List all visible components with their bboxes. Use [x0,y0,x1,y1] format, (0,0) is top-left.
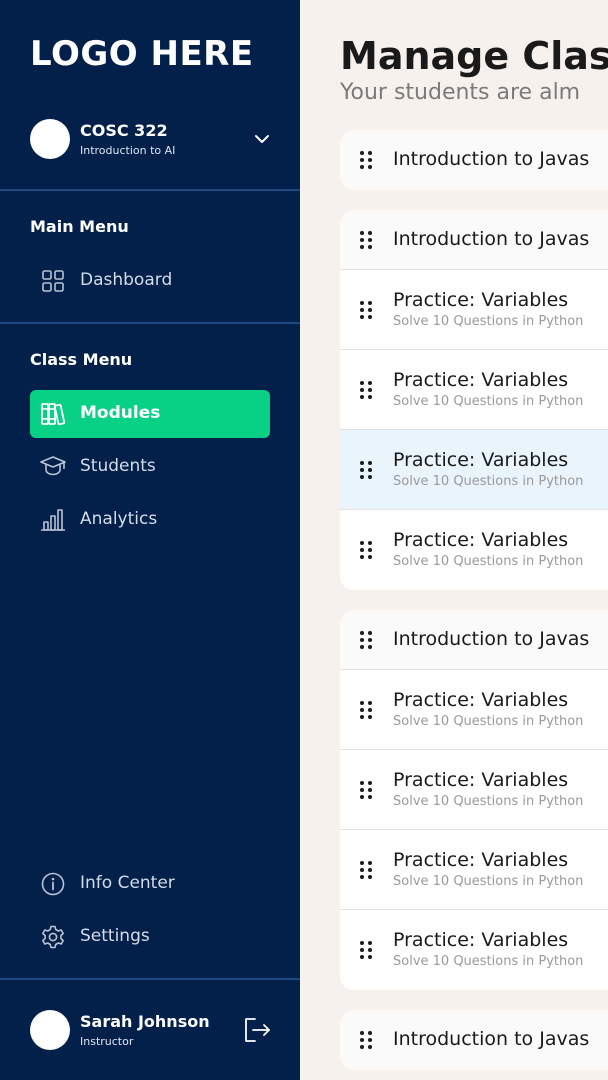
drag-handle-icon[interactable] [358,940,374,960]
lesson-item[interactable]: Practice: Variables Solve 10 Questions in… [340,430,608,510]
drag-handle-icon[interactable] [358,630,374,650]
module-title: Introduction to Javas [393,228,590,250]
user-name: Sarah Johnson [80,1012,210,1031]
drag-handle-icon[interactable] [358,380,374,400]
drag-handle-icon[interactable] [358,150,374,170]
course-avatar [30,119,70,159]
bar-chart-icon [41,509,65,531]
drag-handle-icon[interactable] [358,300,374,320]
lesson-title: Practice: Variables [393,289,569,311]
books-icon [41,403,66,426]
logout-icon[interactable] [244,1017,272,1043]
avatar [30,1010,70,1050]
chevron-down-icon[interactable] [253,132,271,146]
module-group: Introduction to Javas [340,130,608,190]
module-group: Introduction to Javas Practice: Variables… [340,210,608,590]
drag-handle-icon[interactable] [358,860,374,880]
sidebar: LOGO HERE COSC 322 Introduction to AI Ma… [0,0,300,1080]
module-group: Introduction to Javas [340,1010,608,1070]
module-title: Introduction to Javas [393,1028,590,1050]
module-title: Introduction to Javas [393,628,590,650]
sidebar-item-settings[interactable]: Settings [30,913,270,961]
course-selector[interactable]: COSC 322 Introduction to AI [30,119,280,159]
sidebar-item-label: Students [80,456,156,476]
drag-handle-icon[interactable] [358,1030,374,1050]
dashboard-icon [42,270,64,292]
module-header[interactable]: Introduction to Javas [340,610,608,670]
lesson-subtitle: Solve 10 Questions in Python [393,314,584,329]
lesson-subtitle: Solve 10 Questions in Python [393,794,584,809]
sidebar-item-label: Settings [80,926,150,946]
drag-handle-icon[interactable] [358,230,374,250]
lesson-title: Practice: Variables [393,369,569,391]
module-header[interactable]: Introduction to Javas [340,210,608,270]
lesson-item[interactable]: Practice: Variables Solve 10 Questions in… [340,750,608,830]
user-profile: Sarah Johnson Instructor [30,1010,280,1050]
sidebar-item-label: Analytics [80,509,158,529]
lesson-title: Practice: Variables [393,449,569,471]
sidebar-item-label: Info Center [80,873,175,893]
info-icon [41,872,65,896]
class-menu-heading: Class Menu [30,350,133,369]
module-title: Introduction to Javas [393,148,590,170]
lesson-title: Practice: Variables [393,929,569,951]
graduation-cap-icon [40,456,66,476]
drag-handle-icon[interactable] [358,540,374,560]
main-menu-heading: Main Menu [30,217,129,236]
sidebar-item-info-center[interactable]: Info Center [30,860,270,908]
lesson-subtitle: Solve 10 Questions in Python [393,874,584,889]
sidebar-item-students[interactable]: Students [30,443,270,491]
module-header[interactable]: Introduction to Javas [340,1010,608,1070]
lesson-item[interactable]: Practice: Variables Solve 10 Questions in… [340,350,608,430]
module-group: Introduction to Javas Practice: Variables… [340,610,608,990]
drag-handle-icon[interactable] [358,780,374,800]
lesson-title: Practice: Variables [393,849,569,871]
sidebar-item-modules[interactable]: Modules [30,390,270,438]
sidebar-item-dashboard[interactable]: Dashboard [30,257,270,305]
lesson-item[interactable]: Practice: Variables Solve 10 Questions in… [340,910,608,990]
module-header[interactable]: Introduction to Javas [340,130,608,190]
lesson-item[interactable]: Practice: Variables Solve 10 Questions in… [340,510,608,590]
lesson-item[interactable]: Practice: Variables Solve 10 Questions in… [340,830,608,910]
divider [0,978,300,980]
divider [0,189,300,191]
course-code: COSC 322 [80,121,168,140]
gear-icon [42,925,64,949]
lesson-title: Practice: Variables [393,529,569,551]
lesson-title: Practice: Variables [393,689,569,711]
lesson-item[interactable]: Practice: Variables Solve 10 Questions in… [340,270,608,350]
lesson-subtitle: Solve 10 Questions in Python [393,714,584,729]
lesson-item[interactable]: Practice: Variables Solve 10 Questions in… [340,670,608,750]
main-content: Manage Clas Your students are alm Introd… [300,0,608,1080]
lesson-subtitle: Solve 10 Questions in Python [393,554,584,569]
course-name: Introduction to AI [80,144,176,157]
drag-handle-icon[interactable] [358,460,374,480]
lesson-title: Practice: Variables [393,769,569,791]
lesson-subtitle: Solve 10 Questions in Python [393,394,584,409]
sidebar-item-label: Dashboard [80,270,173,290]
user-role: Instructor [80,1035,134,1048]
logo: LOGO HERE [30,34,254,74]
lesson-subtitle: Solve 10 Questions in Python [393,474,584,489]
divider [0,322,300,324]
page-title: Manage Clas [340,34,608,78]
sidebar-item-analytics[interactable]: Analytics [30,496,270,544]
drag-handle-icon[interactable] [358,700,374,720]
lesson-subtitle: Solve 10 Questions in Python [393,954,584,969]
sidebar-item-label: Modules [80,403,161,423]
page-subtitle: Your students are alm [340,80,581,105]
